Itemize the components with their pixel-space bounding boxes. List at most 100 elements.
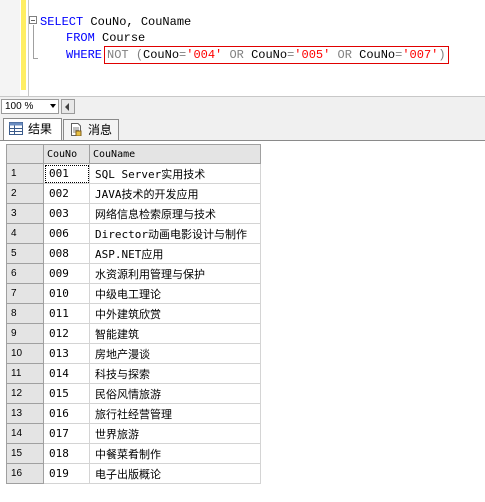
cell-couname[interactable]: 中餐菜肴制作 xyxy=(89,443,261,464)
cell-couname[interactable]: SQL Server实用技术 xyxy=(89,163,261,184)
cell-couno[interactable]: 010 xyxy=(43,283,90,304)
table-row[interactable]: 2 002 JAVA技术的开发应用 xyxy=(6,183,261,204)
row-number[interactable]: 10 xyxy=(6,343,44,364)
zoom-value: 100 % xyxy=(5,101,34,112)
row-number[interactable]: 8 xyxy=(6,303,44,324)
grid-header-row: CouNo CouName xyxy=(6,144,261,164)
condition-column-1: CouNo xyxy=(143,48,180,62)
cell-couname[interactable]: 房地产漫谈 xyxy=(89,343,261,364)
table-row[interactable]: 14 017 世界旅游 xyxy=(6,423,261,444)
cell-couname[interactable]: Director动画电影设计与制作 xyxy=(89,223,261,244)
cell-couno[interactable]: 003 xyxy=(43,203,90,224)
table-row[interactable]: 10 013 房地产漫谈 xyxy=(6,343,261,364)
row-number[interactable]: 16 xyxy=(6,463,44,484)
cell-couno[interactable]: 018 xyxy=(43,443,90,464)
table-row[interactable]: 9 012 智能建筑 xyxy=(6,323,261,344)
keyword-from: FROM xyxy=(66,31,95,45)
table-row[interactable]: 1 001 SQL Server实用技术 xyxy=(6,163,261,184)
row-number[interactable]: 1 xyxy=(6,163,44,184)
cell-couname[interactable]: JAVA技术的开发应用 xyxy=(89,183,261,204)
row-number[interactable]: 11 xyxy=(6,363,44,384)
tab-results-label: 结果 xyxy=(28,122,53,136)
table-row[interactable]: 8 011 中外建筑欣赏 xyxy=(6,303,261,324)
cell-couname[interactable]: ASP.NET应用 xyxy=(89,243,261,264)
row-number[interactable]: 6 xyxy=(6,263,44,284)
cell-couname[interactable]: 旅行社经营管理 xyxy=(89,403,261,424)
code-line-from[interactable]: FROM Course xyxy=(66,30,145,46)
cell-couname[interactable]: 民俗风情旅游 xyxy=(89,383,261,404)
table-row[interactable]: 13 016 旅行社经营管理 xyxy=(6,403,261,424)
keyword-or-1: OR xyxy=(222,48,252,62)
cell-couno[interactable]: 001 xyxy=(43,163,90,184)
tab-messages-label: 消息 xyxy=(88,123,113,137)
scroll-left-button[interactable] xyxy=(61,99,75,114)
keyword-or-2: OR xyxy=(330,48,360,62)
condition-value-1: '004' xyxy=(186,48,223,62)
column-header-couname[interactable]: CouName xyxy=(89,144,261,164)
row-number[interactable]: 15 xyxy=(6,443,44,464)
code-line-where[interactable]: WHERE NOT (CouNo='004' OR CouNo='005' OR … xyxy=(66,46,449,64)
cell-couno[interactable]: 015 xyxy=(43,383,90,404)
cell-couno[interactable]: 009 xyxy=(43,263,90,284)
row-number[interactable]: 12 xyxy=(6,383,44,404)
table-row[interactable]: 3 003 网络信息检索原理与技术 xyxy=(6,203,261,224)
cell-couno[interactable]: 002 xyxy=(43,183,90,204)
table-name: Course xyxy=(94,31,146,45)
table-row[interactable]: 4 006 Director动画电影设计与制作 xyxy=(6,223,261,244)
cell-couname[interactable]: 电子出版概论 xyxy=(89,463,261,484)
table-row[interactable]: 16 019 电子出版概论 xyxy=(6,463,261,484)
document-icon xyxy=(71,123,82,136)
table-row[interactable]: 7 010 中级电工理论 xyxy=(6,283,261,304)
table-row[interactable]: 5 008 ASP.NET应用 xyxy=(6,243,261,264)
row-number[interactable]: 7 xyxy=(6,283,44,304)
zoom-dropdown[interactable]: 100 % xyxy=(1,99,59,114)
cell-couno[interactable]: 006 xyxy=(43,223,90,244)
row-number[interactable]: 3 xyxy=(6,203,44,224)
tab-messages[interactable]: 消息 xyxy=(63,119,119,140)
code-line-select[interactable]: SELECT CouNo, CouName xyxy=(40,14,191,30)
table-row[interactable]: 15 018 中餐菜肴制作 xyxy=(6,443,261,464)
row-number[interactable]: 5 xyxy=(6,243,44,264)
keyword-select: SELECT xyxy=(40,15,84,29)
row-number[interactable]: 9 xyxy=(6,323,44,344)
cell-couno[interactable]: 013 xyxy=(43,343,90,364)
cell-couname[interactable]: 科技与探索 xyxy=(89,363,261,384)
cell-couname[interactable]: 网络信息检索原理与技术 xyxy=(89,203,261,224)
row-number[interactable]: 14 xyxy=(6,423,44,444)
collapse-icon[interactable] xyxy=(29,16,37,24)
cell-couname[interactable]: 水资源利用管理与保护 xyxy=(89,263,261,284)
cell-couname[interactable]: 智能建筑 xyxy=(89,323,261,344)
row-number[interactable]: 13 xyxy=(6,403,44,424)
condition-value-2: '005' xyxy=(294,48,331,62)
cell-couno[interactable]: 011 xyxy=(43,303,90,324)
condition-column-3: CouNo xyxy=(359,48,396,62)
results-grid[interactable]: CouNo CouName 1 001 SQL Server实用技术 2 002 JAVA… xyxy=(6,144,261,484)
keyword-where: WHERE xyxy=(66,48,103,62)
table-row[interactable]: 6 009 水资源利用管理与保护 xyxy=(6,263,261,284)
cell-couname[interactable]: 世界旅游 xyxy=(89,423,261,444)
cell-couno[interactable]: 016 xyxy=(43,403,90,424)
row-number[interactable]: 4 xyxy=(6,223,44,244)
open-paren: ( xyxy=(128,48,144,62)
cell-couname[interactable]: 中外建筑欣赏 xyxy=(89,303,261,324)
column-header-couno[interactable]: CouNo xyxy=(43,144,90,164)
condition-value-3: '007' xyxy=(402,48,439,62)
query-editor[interactable]: SELECT CouNo, CouName FROM Course WHERE N… xyxy=(0,0,485,96)
cell-couno[interactable]: 008 xyxy=(43,243,90,264)
outline-guide-end xyxy=(33,58,38,59)
cell-couno[interactable]: 012 xyxy=(43,323,90,344)
editor-margin-line xyxy=(28,0,29,96)
change-tracking-bar xyxy=(21,0,26,90)
cell-couno[interactable]: 017 xyxy=(43,423,90,444)
row-number[interactable]: 2 xyxy=(6,183,44,204)
select-columns: CouNo, CouName xyxy=(83,15,192,29)
cell-couname[interactable]: 中级电工理论 xyxy=(89,283,261,304)
table-row[interactable]: 11 014 科技与探索 xyxy=(6,363,261,384)
grid-icon xyxy=(9,122,23,135)
cell-couno[interactable]: 019 xyxy=(43,463,90,484)
table-row[interactable]: 12 015 民俗风情旅游 xyxy=(6,383,261,404)
cell-couno[interactable]: 014 xyxy=(43,363,90,384)
tab-results[interactable]: 结果 xyxy=(3,118,62,140)
grid-corner[interactable] xyxy=(6,144,44,164)
condition-column-2: CouNo xyxy=(251,48,288,62)
